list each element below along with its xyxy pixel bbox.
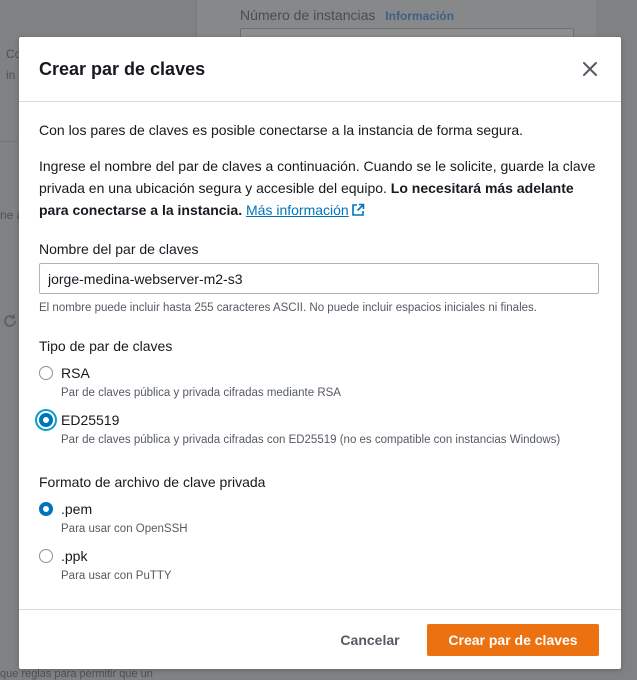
- radio-option-rsa[interactable]: RSA Par de claves pública y privada cifr…: [39, 364, 601, 401]
- key-pair-name-input[interactable]: [39, 263, 599, 294]
- background-divider: [0, 141, 18, 142]
- radio-option-ppk[interactable]: .ppk Para usar con PuTTY: [39, 547, 601, 584]
- modal-header: Crear par de claves: [19, 37, 621, 102]
- cancel-button[interactable]: Cancelar: [330, 624, 410, 656]
- external-link-icon: [351, 203, 365, 216]
- background-bottom-text: que reglas para permitir que un: [0, 668, 153, 680]
- radio-button[interactable]: [39, 549, 53, 563]
- more-info-link[interactable]: Más información: [246, 202, 365, 218]
- radio-option-description: Par de claves pública y privada cifradas…: [61, 434, 561, 446]
- close-icon: [583, 62, 597, 76]
- radio-option-description: Par de claves pública y privada cifradas…: [61, 387, 341, 399]
- key-type-label: Tipo de par de claves: [39, 338, 173, 354]
- close-button[interactable]: [580, 59, 600, 79]
- background-field-label: Número de instancias Información: [240, 7, 454, 23]
- key-pair-name-label: Nombre del par de claves: [39, 241, 199, 257]
- radio-option-title: RSA: [61, 365, 90, 381]
- background-refresh-icon: [4, 314, 16, 327]
- create-key-pair-button[interactable]: Crear par de claves: [427, 624, 599, 656]
- radio-option-description: Para usar con OpenSSH: [61, 523, 188, 535]
- modal-body: Con los pares de claves es posible conec…: [19, 119, 621, 584]
- create-key-pair-modal: Crear par de claves Con los pares de cla…: [19, 37, 621, 669]
- radio-option-ed25519[interactable]: ED25519 Par de claves pública y privada …: [39, 411, 601, 448]
- background-info-link: Información: [385, 9, 454, 23]
- background-side-text: in: [6, 68, 16, 82]
- modal-title: Crear par de claves: [39, 59, 206, 79]
- radio-option-title: .ppk: [61, 548, 88, 564]
- file-format-label: Formato de archivo de clave privada: [39, 474, 266, 490]
- radio-option-title: .pem: [61, 501, 93, 517]
- instruction-text: Ingrese el nombre del par de claves a co…: [39, 158, 596, 218]
- key-pair-name-constraint: El nombre puede incluir hasta 255 caract…: [39, 302, 537, 314]
- radio-button[interactable]: [39, 366, 53, 380]
- intro-text: Con los pares de claves es posible conec…: [39, 122, 524, 138]
- radio-button[interactable]: [39, 502, 53, 516]
- modal-footer: Cancelar Crear par de claves: [19, 609, 621, 669]
- radio-option-pem[interactable]: .pem Para usar con OpenSSH: [39, 500, 601, 537]
- radio-button[interactable]: [39, 413, 53, 427]
- radio-option-description: Para usar con PuTTY: [61, 570, 172, 582]
- radio-option-title: ED25519: [61, 412, 120, 428]
